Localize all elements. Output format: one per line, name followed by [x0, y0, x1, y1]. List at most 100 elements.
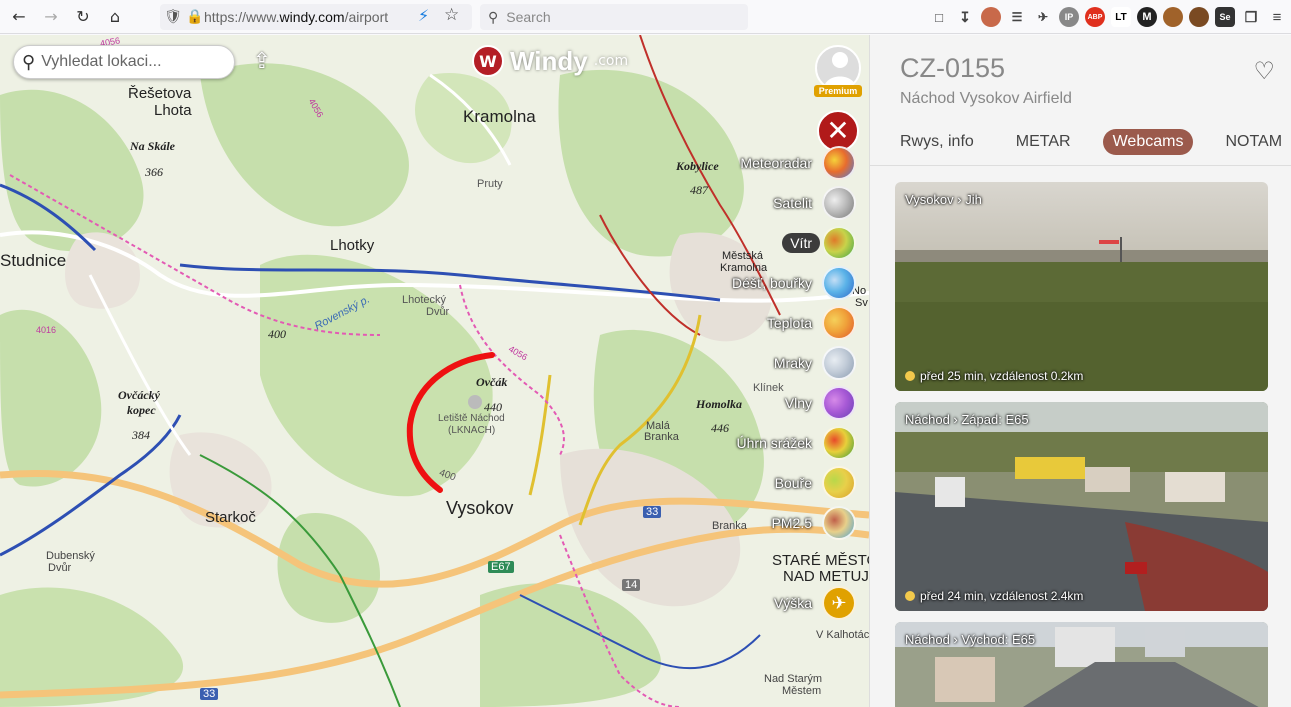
airport-panel: CZ-0155 Náchod Vysokov Airfield ♡ Rwys, … [869, 35, 1291, 707]
status-dot [905, 591, 915, 601]
user-icon [824, 52, 856, 87]
place-label: Dvůr [426, 306, 450, 318]
webcam-card[interactable]: Vysokov › Jih před 25 min, vzdálenost 0.… [895, 182, 1268, 391]
peak-height: 384 [132, 428, 150, 442]
layer-8[interactable]: Bouře [767, 466, 856, 500]
layer-3[interactable]: Déšť, bouřky [724, 266, 856, 300]
url-prefix: https://www. [204, 9, 280, 25]
road-badge: 14 [622, 579, 641, 591]
webcam-card[interactable]: Náchod › Západ: E65 před 24 min, vzdálen… [895, 402, 1268, 611]
shield-icon[interactable]: 🛡 [160, 9, 186, 25]
cookie2-icon[interactable] [1189, 7, 1209, 27]
layer-label: PM2.5 [771, 515, 812, 531]
layer-thumbnail-icon [822, 266, 856, 300]
place-label: Branka [644, 431, 679, 443]
heart-icon[interactable]: ♡ [1253, 57, 1275, 85]
place-label: NAD METUJÍ [783, 568, 869, 585]
reload-icon[interactable]: ↻ [70, 4, 96, 30]
tab-3[interactable]: NOTAM [1215, 129, 1291, 155]
windy-logo-icon: W [472, 45, 504, 77]
tab-2[interactable]: Webcams [1102, 129, 1194, 155]
pocket-icon[interactable]: □ [929, 7, 949, 27]
premium-badge[interactable]: Premium [814, 85, 862, 97]
webcam-card[interactable]: Náchod › Východ: E65 [895, 622, 1268, 707]
webcam-meta: před 25 min, vzdálenost 0.2km [905, 369, 1083, 383]
peak-label: Ovčácký [118, 388, 160, 402]
layer-10[interactable]: Výška ✈ [766, 586, 856, 620]
profile-icon[interactable] [981, 7, 1001, 27]
layer-thumbnail-icon [822, 306, 856, 340]
layer-6[interactable]: Vlny [777, 386, 856, 420]
place-label: Dvůr [48, 562, 72, 574]
place-label: Řešetova [128, 85, 192, 102]
layer-label: Meteoradar [740, 155, 812, 171]
webcam-title: Náchod › Východ: E65 [905, 632, 1036, 647]
cookie-icon[interactable] [1163, 7, 1183, 27]
m-extension-icon[interactable]: M [1137, 7, 1157, 27]
layer-thumbnail-icon [822, 346, 856, 380]
layer-label: Výška [773, 595, 812, 611]
puzzle-icon[interactable]: ❐ [1241, 7, 1261, 27]
airport-label[interactable]: Letiště Náchod [438, 413, 505, 424]
webcam-image [895, 182, 1268, 391]
road-badge: E67 [488, 561, 514, 573]
forward-icon[interactable]: → [38, 4, 64, 30]
place-label: Městem [782, 685, 822, 697]
vpn-extension-icon[interactable]: ✈ [1033, 7, 1053, 27]
layer-7[interactable]: Úhrn srážek [729, 426, 856, 460]
layer-thumbnail-icon [822, 466, 856, 500]
place-label: STARÉ MĚSTO [772, 552, 869, 569]
url-text[interactable]: https://www.windy.com/airport [204, 9, 388, 25]
ip-extension-icon[interactable]: IP [1059, 7, 1079, 27]
url-suffix: /airport [344, 9, 389, 25]
map-view[interactable]: Řešetova Lhota Na Skále 366 Kramolna Kob… [0, 35, 869, 707]
road-badge: 33 [200, 688, 219, 700]
place-label: Sv [855, 297, 868, 309]
airport-code-label: (LKNACH) [448, 425, 496, 436]
layer-label: Déšť, bouřky [732, 275, 812, 291]
place-label: Nad Starým [764, 673, 823, 685]
menu-icon[interactable]: ≡ [1267, 7, 1287, 27]
layer-1[interactable]: Satelit [765, 186, 856, 220]
webcam-title: Vysokov › Jih [905, 192, 982, 207]
tab-0[interactable]: Rwys, info [890, 129, 984, 155]
webcam-meta-text: před 24 min, vzdálenost 2.4km [920, 589, 1084, 603]
adblock-icon[interactable]: ABP [1085, 7, 1105, 27]
bookmark-star-icon[interactable]: ☆ [444, 5, 459, 25]
download-icon[interactable]: ↧ [955, 7, 975, 27]
bars-extension-icon[interactable]: ☰ [1007, 7, 1027, 27]
logo-suffix: .com [593, 53, 629, 69]
peak-height: 487 [690, 183, 708, 197]
peak-label: Ovčák [476, 375, 508, 389]
languagetool-icon[interactable]: LT [1111, 7, 1131, 27]
url-domain: windy.com [279, 9, 345, 25]
plane-icon: ✈ [822, 586, 856, 620]
layer-0[interactable]: Meteoradar [732, 146, 856, 180]
place-label: Studnice [0, 251, 67, 270]
peak-height: 366 [145, 165, 163, 179]
se-extension-icon[interactable]: Se [1215, 7, 1235, 27]
search-placeholder: Vyhledat lokaci... [41, 53, 162, 70]
location-search-input[interactable]: ⚲ Vyhledat lokaci... [13, 45, 235, 79]
layer-5[interactable]: Mraky [766, 346, 856, 380]
peak-label: Na Skále [130, 139, 175, 153]
layer-4[interactable]: Teplota [759, 306, 856, 340]
home-icon[interactable]: ⌂ [102, 4, 128, 30]
place-label: Kramolna [463, 107, 536, 126]
share-icon[interactable]: ⇪ [248, 47, 276, 75]
layer-thumbnail-icon [822, 506, 856, 540]
search-bar[interactable]: ⚲ Search [480, 4, 748, 30]
tab-1[interactable]: METAR [1006, 129, 1081, 155]
layer-2[interactable]: Vítr [782, 226, 856, 260]
webcam-meta: před 24 min, vzdálenost 2.4km [905, 589, 1083, 603]
extensions-row: □ ↧ ☰ ✈ IP ABP LT M Se ❐ ≡ [929, 4, 1287, 30]
place-label: Městská [722, 250, 763, 262]
lightning-icon[interactable]: ⚡ [418, 6, 429, 25]
layer-label: Teplota [766, 315, 812, 331]
webcam-image [895, 402, 1268, 611]
back-icon[interactable]: ← [6, 4, 32, 30]
windy-logo[interactable]: W Windy .com [472, 45, 628, 77]
layer-thumbnail-icon [822, 226, 856, 260]
layer-9[interactable]: PM2.5 [764, 506, 856, 540]
layer-thumbnail-icon [822, 146, 856, 180]
